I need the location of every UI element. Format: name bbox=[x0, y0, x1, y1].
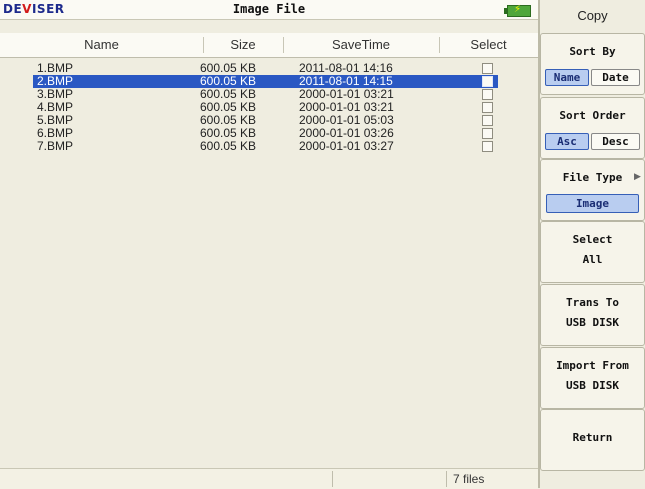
file-type-softkey[interactable]: File Type ▶ Image bbox=[540, 159, 645, 221]
table-row[interactable]: 6.BMP 600.05 KB 2000-01-01 03:26 bbox=[33, 127, 498, 140]
trans-to-label-line1: Trans To bbox=[566, 296, 619, 309]
import-from-usb-softkey[interactable]: Import From USB DISK bbox=[540, 347, 645, 409]
status-bar: 7 files bbox=[0, 468, 538, 489]
file-count: 7 files bbox=[453, 472, 485, 486]
table-row[interactable]: 2.BMP 600.05 KB 2011-08-01 14:15 bbox=[33, 75, 498, 88]
import-from-label-line2: USB DISK bbox=[566, 379, 619, 392]
sort-order-options: Asc Desc bbox=[545, 133, 640, 150]
battery-charging-icon: ⚡ bbox=[504, 4, 531, 17]
title-bar: DEVISER Image File ⚡ bbox=[0, 0, 538, 20]
file-type-value: Image bbox=[546, 194, 639, 213]
column-header-size[interactable]: Size bbox=[203, 37, 283, 52]
sort-by-date-option[interactable]: Date bbox=[591, 69, 640, 86]
file-name: 7.BMP bbox=[37, 139, 74, 153]
lightning-icon: ⚡ bbox=[514, 4, 522, 15]
sort-by-label: Sort By bbox=[569, 45, 616, 58]
file-type-label: File Type bbox=[562, 171, 623, 184]
trans-to-label-line2: USB DISK bbox=[566, 316, 619, 329]
table-row[interactable]: 5.BMP 600.05 KB 2000-01-01 05:03 bbox=[33, 114, 498, 127]
import-from-label-line1: Import From bbox=[556, 359, 629, 372]
sort-by-name-option[interactable]: Name bbox=[545, 69, 589, 86]
sort-order-softkey[interactable]: Sort Order Asc Desc bbox=[540, 97, 645, 159]
window-title: Image File bbox=[232, 2, 306, 16]
table-row[interactable]: 1.BMP 600.05 KB 2011-08-01 14:16 bbox=[33, 62, 498, 75]
select-checkbox[interactable] bbox=[482, 63, 493, 74]
select-all-label-line1: Select bbox=[572, 233, 613, 246]
status-separator bbox=[446, 471, 447, 487]
select-checkbox[interactable] bbox=[482, 128, 493, 139]
file-savetime: 2000-01-01 03:27 bbox=[299, 139, 394, 153]
column-header-select[interactable]: Select bbox=[439, 37, 538, 52]
menu-title: Copy bbox=[577, 8, 608, 23]
select-checkbox[interactable] bbox=[482, 102, 493, 113]
column-header-name[interactable]: Name bbox=[0, 37, 203, 52]
column-header-savetime[interactable]: SaveTime bbox=[283, 37, 439, 52]
sort-by-options: Name Date bbox=[545, 69, 640, 86]
sort-order-asc-option[interactable]: Asc bbox=[545, 133, 589, 150]
table-row[interactable]: 4.BMP 600.05 KB 2000-01-01 03:21 bbox=[33, 101, 498, 114]
status-separator bbox=[332, 471, 333, 487]
return-softkey[interactable]: Return bbox=[540, 409, 645, 471]
return-label: Return bbox=[572, 431, 613, 444]
triangle-right-icon: ▶ bbox=[634, 172, 641, 182]
select-checkbox[interactable] bbox=[482, 115, 493, 126]
select-all-softkey[interactable]: Select All bbox=[540, 221, 645, 283]
table-row[interactable]: 3.BMP 600.05 KB 2000-01-01 03:21 bbox=[33, 88, 498, 101]
select-checkbox[interactable] bbox=[482, 89, 493, 100]
table-row[interactable]: 7.BMP 600.05 KB 2000-01-01 03:27 bbox=[33, 140, 498, 153]
trans-to-usb-softkey[interactable]: Trans To USB DISK bbox=[540, 284, 645, 346]
file-list: 1.BMP 600.05 KB 2011-08-01 14:16 2.BMP 6… bbox=[0, 62, 538, 462]
sort-by-softkey[interactable]: Sort By Name Date bbox=[540, 33, 645, 95]
sort-order-label: Sort Order bbox=[559, 109, 626, 122]
select-checkbox[interactable] bbox=[482, 141, 493, 152]
select-all-label-line2: All bbox=[582, 253, 603, 266]
table-header: Name Size SaveTime Select bbox=[0, 33, 538, 58]
sort-order-desc-option[interactable]: Desc bbox=[591, 133, 640, 150]
instrument-screen: DEVISER Image File ⚡ Name Size SaveTime … bbox=[0, 0, 645, 489]
select-checkbox[interactable] bbox=[482, 76, 493, 87]
file-size: 600.05 KB bbox=[200, 139, 257, 153]
